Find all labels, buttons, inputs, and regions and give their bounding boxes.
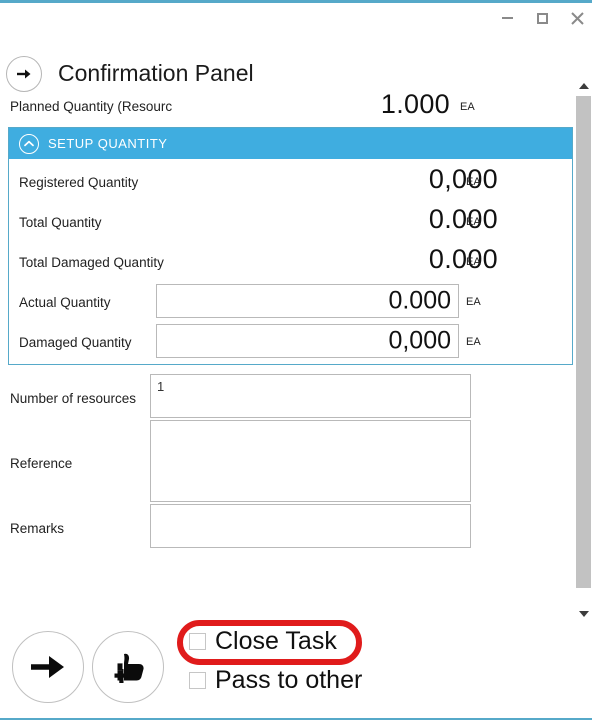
close-icon	[570, 11, 584, 25]
reference-label: Reference	[10, 456, 73, 471]
total-quantity-unit: EA	[466, 216, 481, 228]
triangle-down-icon	[578, 610, 589, 617]
approve-button[interactable]	[92, 631, 164, 703]
scroll-content: Planned Quantity (Resourc 1.000 EA SETUP…	[0, 77, 578, 617]
pass-to-other-label: Pass to other	[215, 666, 363, 694]
damaged-quantity-row: Damaged Quantity 0,000 EA	[9, 321, 572, 361]
remarks-row: Remarks	[0, 504, 578, 548]
scroll-down-button[interactable]	[575, 605, 592, 622]
remarks-label: Remarks	[10, 521, 65, 536]
pass-to-other-checkbox-row[interactable]: Pass to other	[189, 668, 362, 693]
planned-quantity-row: Planned Quantity (Resourc 1.000 EA	[0, 89, 578, 119]
registered-quantity-row: Registered Quantity 0,000 EA	[9, 161, 572, 201]
total-damaged-quantity-row: Total Damaged Quantity 0.000 EA	[9, 241, 572, 281]
action-bar: Close Task Pass to other	[0, 623, 592, 721]
actual-quantity-row: Actual Quantity 0.000 EA	[9, 281, 572, 321]
pass-to-other-checkbox[interactable]	[189, 672, 206, 689]
actual-quantity-unit: EA	[466, 296, 481, 308]
damaged-quantity-label: Damaged Quantity	[19, 335, 132, 350]
registered-quantity-label: Registered Quantity	[19, 175, 139, 190]
chevron-up-circle-icon	[19, 133, 39, 154]
number-of-resources-value: 1	[157, 379, 165, 394]
damaged-quantity-input[interactable]: 0,000	[156, 324, 459, 358]
close-task-checkbox[interactable]	[189, 633, 206, 650]
setup-quantity-header[interactable]: SETUP QUANTITY	[9, 128, 572, 159]
maximize-icon	[536, 12, 548, 24]
scrollbar-thumb[interactable]	[576, 96, 591, 588]
registered-quantity-value: 0,000	[428, 164, 498, 194]
setup-quantity-panel: SETUP QUANTITY Registered Quantity 0,000…	[8, 127, 573, 365]
registered-quantity-unit: EA	[466, 176, 481, 188]
triangle-up-icon	[578, 82, 589, 89]
actual-quantity-input[interactable]: 0.000	[156, 284, 459, 318]
planned-quantity-label: Planned Quantity (Resourc	[10, 99, 173, 114]
scroll-up-button[interactable]	[575, 77, 592, 94]
application-window: Confirmation Panel Planned Quantity (Res…	[0, 0, 592, 720]
thumbs-up-plus-icon	[114, 653, 144, 683]
total-damaged-quantity-label: Total Damaged Quantity	[19, 255, 164, 270]
number-of-resources-input[interactable]: 1	[150, 374, 471, 418]
minimize-icon	[501, 17, 513, 19]
damaged-quantity-unit: EA	[466, 336, 481, 348]
close-task-checkbox-row[interactable]: Close Task	[189, 629, 337, 654]
reference-row: Reference	[0, 420, 578, 502]
actual-quantity-label: Actual Quantity	[19, 295, 111, 310]
close-task-label: Close Task	[215, 627, 337, 655]
page-header: Confirmation Panel	[0, 27, 592, 92]
total-damaged-quantity-unit: EA	[466, 256, 481, 268]
total-quantity-row: Total Quantity 0.000 EA	[9, 201, 572, 241]
remarks-input[interactable]	[150, 504, 471, 548]
reference-input[interactable]	[150, 420, 471, 502]
vertical-scrollbar[interactable]	[575, 77, 592, 622]
number-of-resources-row: Number of resources 1	[0, 374, 578, 418]
damaged-quantity-value: 0,000	[388, 326, 451, 355]
planned-quantity-unit: EA	[460, 101, 475, 113]
planned-quantity-value: 1.000	[380, 89, 450, 119]
total-quantity-value: 0.000	[428, 204, 498, 234]
arrow-right-icon	[31, 656, 64, 678]
actual-quantity-value: 0.000	[388, 286, 451, 315]
forward-button[interactable]	[12, 631, 84, 703]
total-quantity-label: Total Quantity	[19, 215, 102, 230]
total-damaged-quantity-value: 0.000	[428, 244, 498, 274]
number-of-resources-label: Number of resources	[10, 391, 137, 406]
setup-quantity-title: SETUP QUANTITY	[48, 136, 168, 151]
